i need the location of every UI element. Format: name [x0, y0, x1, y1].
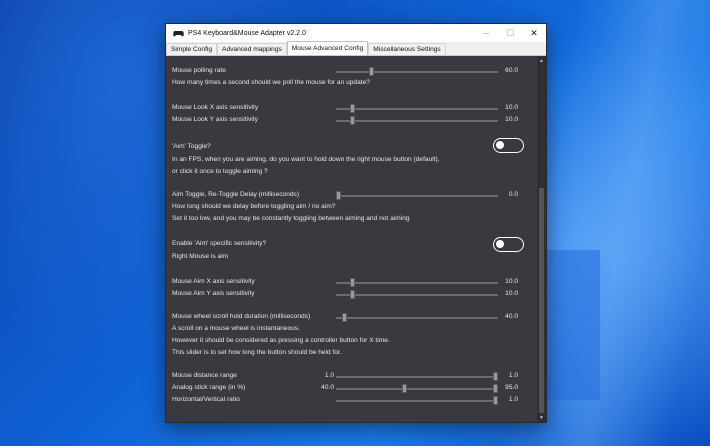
aim-y-value: 10.0	[505, 290, 518, 297]
aim-toggle-description-2: or click it once to toggle aiming ?	[172, 168, 268, 175]
scroll-up-arrow-icon[interactable]: ▲	[537, 56, 546, 65]
look-y-slider-thumb[interactable]	[350, 116, 355, 125]
polling-rate-description: How many times a second should we poll t…	[172, 79, 370, 86]
window-title: PS4 Keyboard&Mouse Adapter v2.2.0	[188, 29, 306, 37]
gamepad-icon	[170, 24, 186, 42]
polling-rate-slider-track[interactable]	[336, 71, 498, 73]
vertical-scrollbar[interactable]: ▲ ▼	[537, 56, 546, 422]
minimize-button[interactable]: ─	[474, 24, 498, 42]
tab-simple-config[interactable]: Simple Config	[166, 43, 218, 55]
scrollbar-thumb[interactable]	[539, 188, 544, 413]
aim-delay-value: 0.0	[508, 191, 518, 198]
distance-range-slider-track[interactable]	[336, 376, 498, 378]
aim-toggle-description-1: In an FPS, when you are aiming, do you w…	[172, 156, 440, 163]
aim-x-value: 10.0	[505, 278, 518, 285]
aim-sensitivity-description: Right Mouse is aim	[172, 253, 229, 260]
aim-sensitivity-knob	[496, 240, 504, 248]
aim-delay-slider-thumb[interactable]	[336, 191, 341, 200]
aim-toggle-label: 'Aim' Toggle?	[172, 143, 211, 150]
tab-advanced-mappings[interactable]: Advanced mappings	[217, 43, 287, 55]
hv-ratio-slider-track[interactable]	[336, 400, 498, 402]
aim-y-slider-track[interactable]	[336, 294, 498, 296]
tab-bar: Simple Config Advanced mappings Mouse Ad…	[166, 41, 546, 56]
tab-mouse-advanced-config[interactable]: Mouse Advanced Config	[286, 41, 369, 55]
aim-x-slider-thumb[interactable]	[350, 278, 355, 287]
analog-range-max-value: 95.0	[505, 384, 518, 391]
scroll-hold-slider-track[interactable]	[336, 317, 498, 319]
scroll-hold-description-2: However it should be considered as press…	[172, 337, 390, 344]
aim-y-slider-thumb[interactable]	[350, 290, 355, 299]
look-y-label: Mouse Look Y axis sensitivity	[172, 116, 258, 123]
settings-panel: Mouse polling rate 60.0 How many times a…	[166, 56, 538, 422]
polling-rate-slider-thumb[interactable]	[369, 67, 374, 76]
maximize-button[interactable]: ☐	[498, 24, 522, 42]
scroll-down-arrow-icon[interactable]: ▼	[537, 413, 546, 422]
hv-ratio-label: Horizontal/Vertical ratio	[172, 396, 240, 403]
look-x-label: Mouse Look X axis sensitivity	[172, 104, 259, 111]
hv-ratio-value: 1.0	[508, 396, 518, 403]
aim-delay-description-2: Set it too low, and you may be constantl…	[172, 215, 410, 222]
scroll-hold-slider-thumb[interactable]	[342, 313, 347, 322]
look-x-value: 10.0	[505, 104, 518, 111]
scroll-hold-description-1: A scroll on a mouse wheel is instantaneo…	[172, 325, 300, 332]
aim-delay-label: Aim Toggle, Re-Toggle Delay (millisecond…	[172, 191, 300, 198]
analog-range-min-thumb[interactable]	[402, 384, 407, 393]
close-button[interactable]: ✕	[522, 24, 546, 42]
scroll-hold-value: 40.0	[505, 313, 518, 320]
aim-toggle-switch[interactable]	[493, 138, 524, 153]
desktop-window-pane	[540, 250, 600, 400]
aim-sensitivity-label: Enable 'Aim' specific sensitivity?	[172, 240, 267, 247]
distance-range-max-value: 1.0	[508, 372, 518, 379]
polling-rate-value: 60.0	[505, 67, 518, 74]
tab-miscellaneous-settings[interactable]: Miscellaneous Settings	[368, 43, 446, 55]
look-x-slider-thumb[interactable]	[350, 104, 355, 113]
look-x-slider-track[interactable]	[336, 108, 498, 110]
aim-x-slider-track[interactable]	[336, 282, 498, 284]
app-window: PS4 Keyboard&Mouse Adapter v2.2.0 ─ ☐ ✕ …	[165, 23, 547, 423]
aim-x-label: Mouse Aim X axis sensitivity	[172, 278, 255, 285]
aim-delay-description-1: How long should we delay before toggling…	[172, 203, 336, 210]
scroll-hold-description-3: This slider is to set how long the butto…	[172, 349, 342, 356]
analog-range-min-value: 40.0	[321, 384, 334, 391]
aim-toggle-knob	[496, 141, 504, 149]
look-y-slider-track[interactable]	[336, 120, 498, 122]
title-bar[interactable]: PS4 Keyboard&Mouse Adapter v2.2.0 ─ ☐ ✕	[166, 24, 546, 42]
look-y-value: 10.0	[505, 116, 518, 123]
distance-range-label: Mouse distance range	[172, 372, 237, 379]
polling-rate-label: Mouse polling rate	[172, 67, 226, 74]
analog-range-slider-track[interactable]	[336, 388, 498, 390]
analog-range-label: Analog stick range (in %)	[172, 384, 246, 391]
aim-delay-slider-track[interactable]	[336, 195, 498, 197]
scroll-hold-label: Mouse wheel scroll hold duration (millis…	[172, 313, 311, 320]
aim-y-label: Mouse Aim Y axis sensitivity	[172, 290, 255, 297]
distance-range-min-value: 1.0	[324, 372, 334, 379]
aim-sensitivity-switch[interactable]	[493, 237, 524, 252]
